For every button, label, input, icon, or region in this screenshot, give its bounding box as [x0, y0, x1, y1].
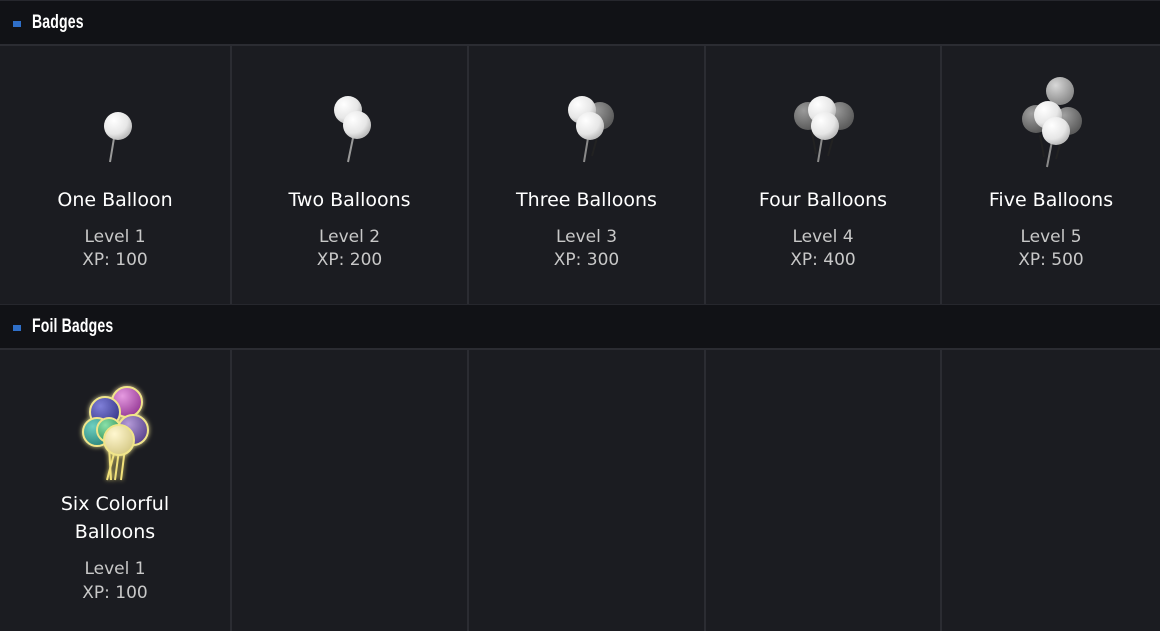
badge-level: Level 4 — [792, 227, 854, 247]
badge-card-two-balloons[interactable]: Two Balloons Level 2 XP: 200 — [232, 46, 469, 304]
badges-grid: One Balloon Level 1 XP: 100 Two Balloons… — [0, 46, 1160, 304]
badge-name: Six Colorful Balloons — [60, 493, 170, 543]
badge-card-three-balloons[interactable]: Three Balloons Level 3 XP: 300 — [469, 46, 706, 304]
badge-level: Level 5 — [1020, 227, 1082, 247]
badge-level: Level 2 — [318, 227, 381, 247]
section-marker-icon — [13, 324, 21, 331]
badge-card-four-balloons[interactable]: Four Balloons Level 4 XP: 400 — [706, 46, 942, 304]
badge-xp: XP: 200 — [316, 250, 383, 270]
badge-xp: XP: 100 — [82, 583, 148, 603]
four-balloons-icon — [794, 96, 854, 163]
empty-badge-slot — [706, 350, 942, 631]
one-balloon-icon — [104, 112, 132, 163]
six-colorful-balloons-icon — [82, 386, 149, 481]
badge-xp: XP: 100 — [82, 250, 148, 270]
foil-badges-section-header: Foil Badges — [0, 304, 1160, 350]
three-balloons-icon — [567, 96, 614, 163]
badge-name: Five Balloons — [988, 189, 1114, 211]
foil-badges-grid: Six Colorful Balloons Level 1 XP: 100 — [0, 350, 1160, 631]
badge-level: Level 3 — [555, 227, 618, 247]
section-title: Foil Badges — [32, 315, 114, 337]
section-title: Badges — [32, 11, 84, 33]
section-marker-icon — [13, 20, 21, 27]
badge-xp: XP: 300 — [553, 250, 620, 270]
badges-section: Badges One Balloon Level 1 XP: 100 Two B… — [0, 0, 1160, 304]
badges-section-header: Badges — [0, 0, 1160, 46]
badge-level: Level 1 — [84, 559, 146, 579]
five-balloons-icon — [1022, 77, 1082, 168]
badge-xp: XP: 500 — [1018, 250, 1084, 270]
empty-badge-slot — [469, 350, 706, 631]
badge-card-five-balloons[interactable]: Five Balloons Level 5 XP: 500 — [942, 46, 1160, 304]
empty-badge-slot — [232, 350, 469, 631]
badge-name: Three Balloons — [516, 189, 657, 211]
badge-name: Four Balloons — [758, 189, 888, 211]
badge-xp: XP: 400 — [790, 250, 856, 270]
two-balloons-icon — [333, 96, 371, 163]
badge-card-one-balloon[interactable]: One Balloon Level 1 XP: 100 — [0, 46, 232, 304]
badge-name: One Balloon — [57, 189, 173, 211]
empty-badge-slot — [942, 350, 1160, 631]
badge-card-six-colorful-balloons[interactable]: Six Colorful Balloons Level 1 XP: 100 — [0, 350, 232, 631]
foil-badges-section: Foil Badges Six Colorful Balloons Level … — [0, 304, 1160, 631]
badge-name: Two Balloons — [288, 189, 411, 211]
badge-level: Level 1 — [84, 227, 146, 247]
